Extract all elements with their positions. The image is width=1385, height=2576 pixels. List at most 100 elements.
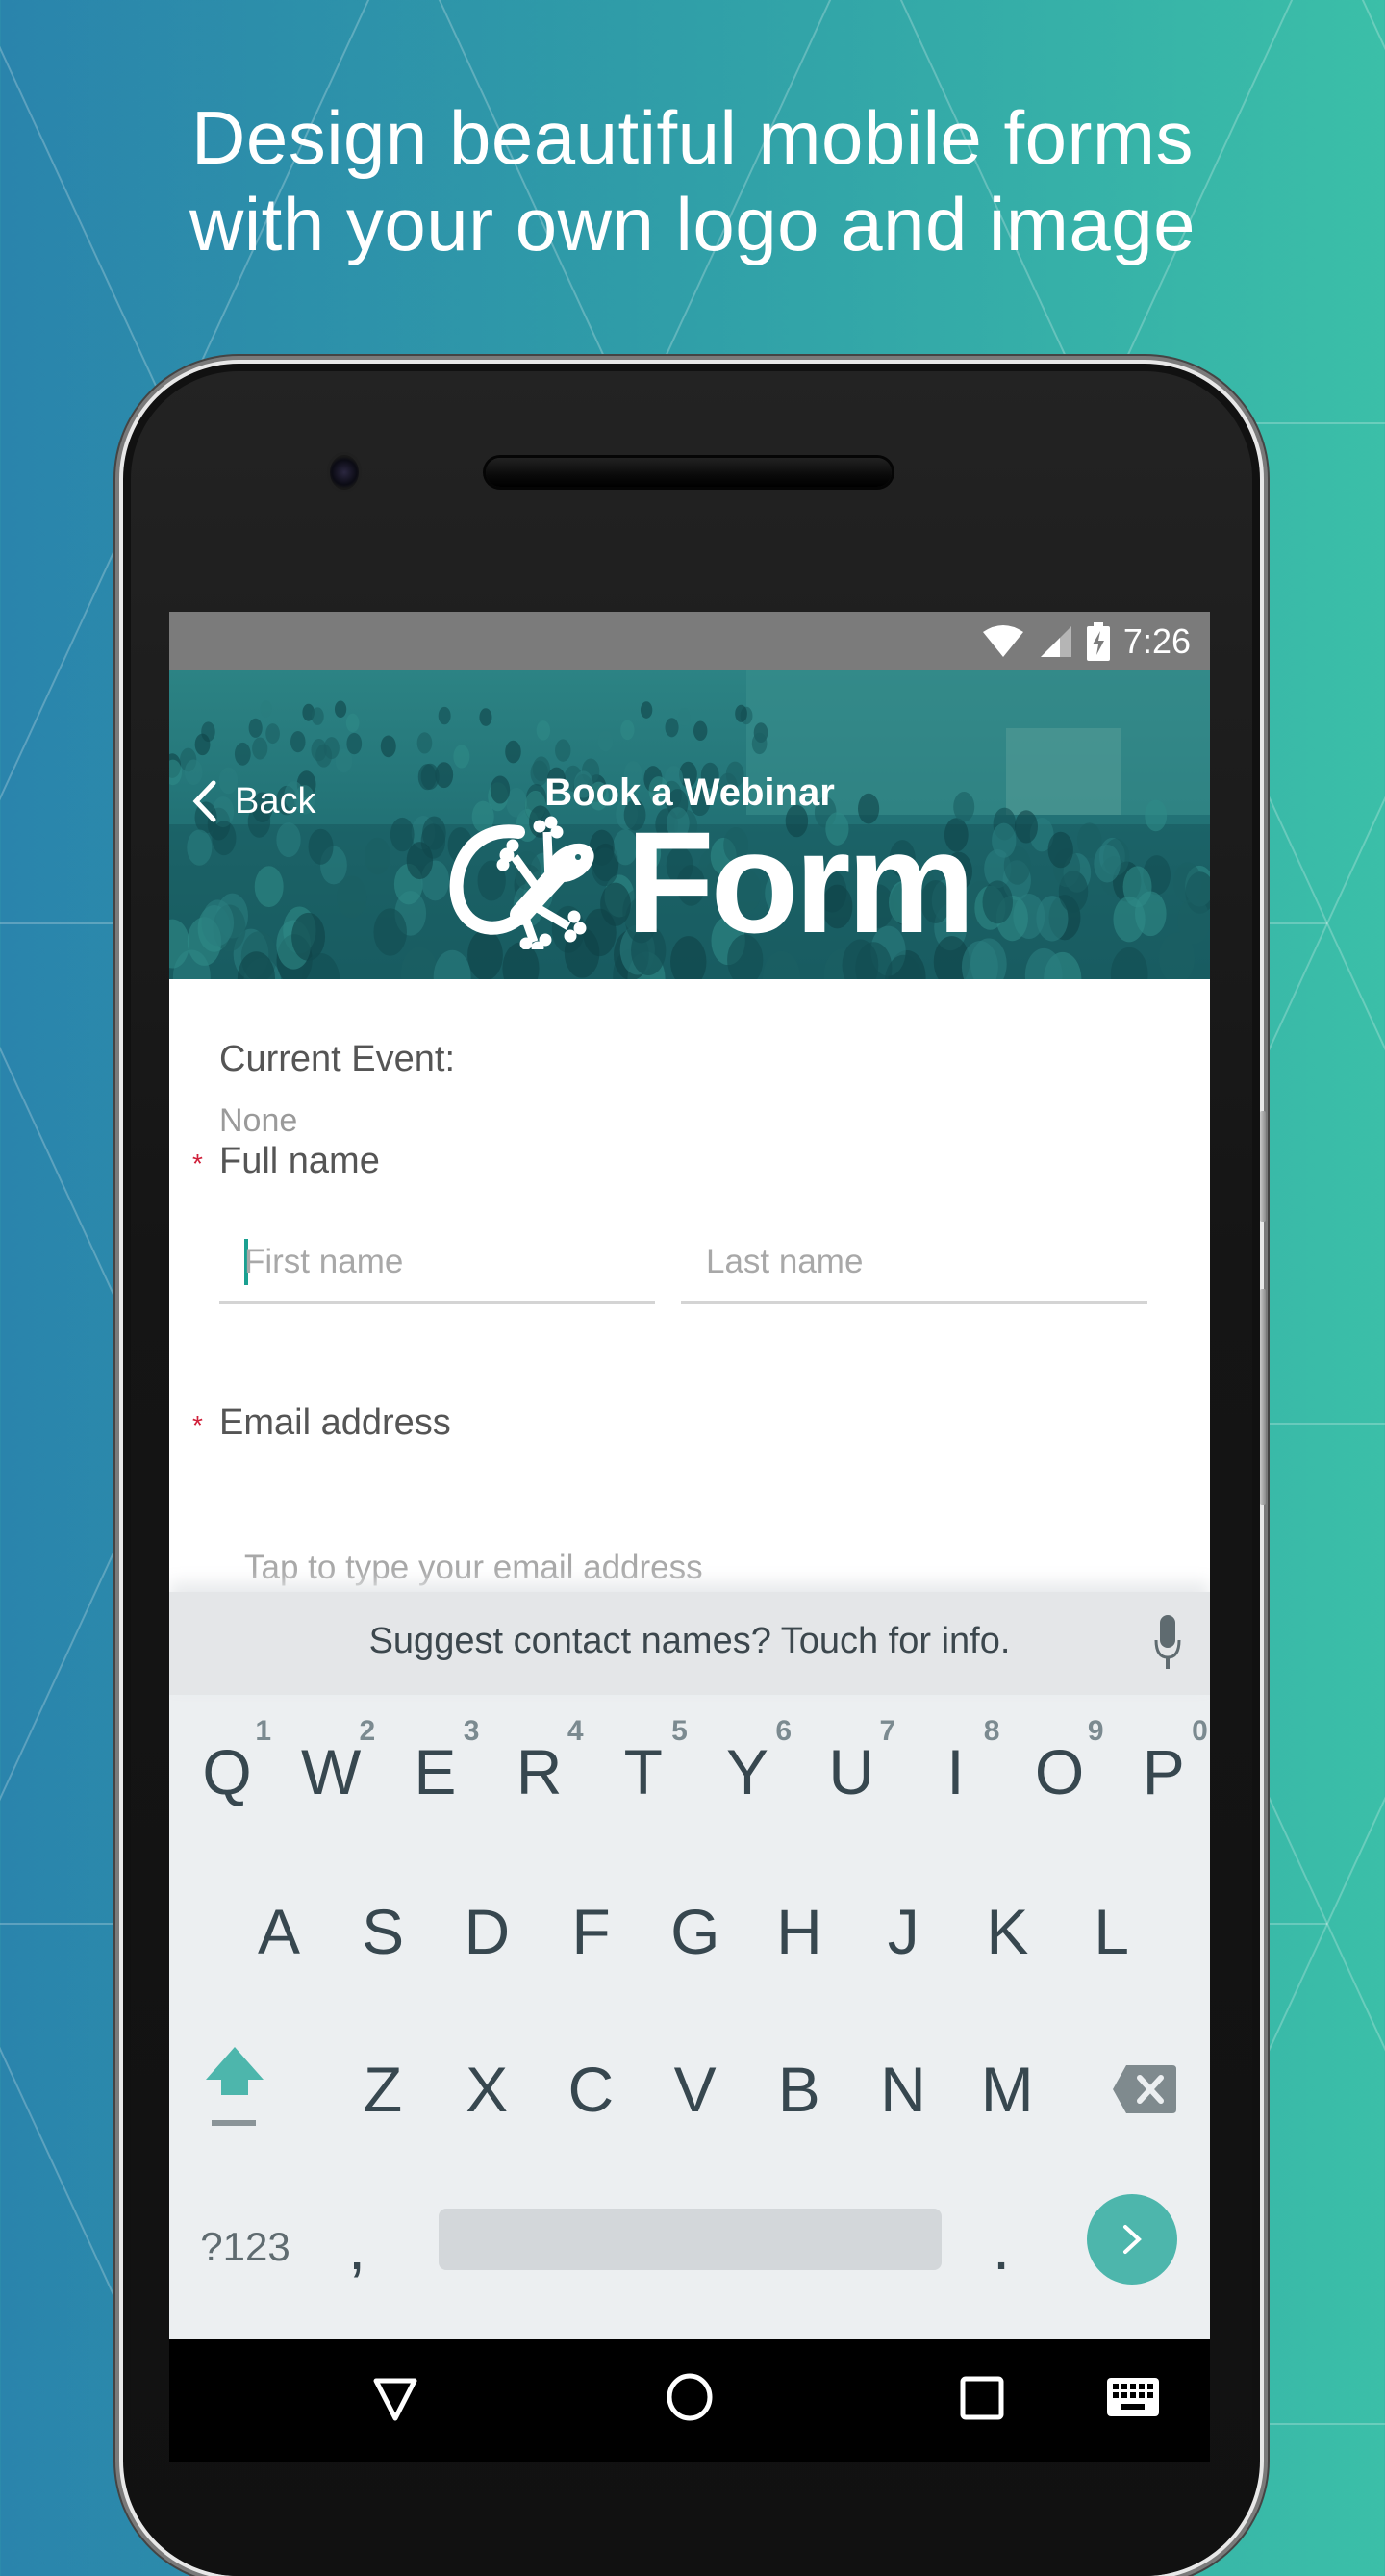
key-label: D: [464, 1896, 511, 1967]
key-label: Z: [363, 2054, 403, 2125]
key-n[interactable]: N: [851, 2017, 955, 2161]
key-q[interactable]: Q1: [175, 1700, 279, 1844]
key-label: A: [257, 1896, 301, 1967]
key-number-hint: 4: [567, 1715, 584, 1747]
key-e[interactable]: E3: [383, 1700, 487, 1844]
key-f[interactable]: F: [540, 1859, 643, 2004]
headline-line-1: Design beautiful mobile forms: [191, 95, 1194, 180]
next-key[interactable]: [1087, 2194, 1177, 2285]
key-d[interactable]: D: [435, 1859, 539, 2004]
key-number-hint: 2: [359, 1715, 376, 1747]
key-label: G: [670, 1896, 720, 1967]
status-bar: 7:26: [169, 612, 1210, 670]
key-label: X: [466, 2054, 509, 2125]
key-number-hint: 6: [775, 1715, 792, 1747]
key-label: W: [301, 1736, 362, 1807]
key-label: Y: [725, 1736, 769, 1807]
promo-headline: Design beautiful mobile forms with your …: [0, 94, 1385, 267]
system-nav-bar: [169, 2339, 1210, 2462]
key-label: N: [880, 2054, 926, 2125]
headline-line-2: with your own logo and image: [189, 182, 1196, 266]
cell-signal-icon: [1040, 625, 1071, 657]
logo-text: Form: [626, 801, 975, 963]
status-time: 7:26: [1122, 620, 1191, 661]
key-i[interactable]: I8: [903, 1700, 1007, 1844]
key-c[interactable]: C: [539, 2017, 642, 2161]
soft-keyboard: Suggest contact names? Touch for info. Q…: [169, 1592, 1210, 2339]
comma-key[interactable]: ,: [323, 2175, 390, 2319]
key-label: L: [1094, 1896, 1129, 1967]
full-name-label: Full name: [219, 1141, 380, 1181]
recents-square-icon[interactable]: [960, 2376, 1004, 2420]
back-triangle-icon[interactable]: [371, 2376, 419, 2422]
key-label: M: [980, 2054, 1034, 2125]
suggestion-text[interactable]: Suggest contact names? Touch for info.: [169, 1621, 1210, 1662]
gecko-icon: [449, 816, 594, 949]
key-v[interactable]: V: [643, 2017, 747, 2161]
current-event-label: Current Event:: [219, 1039, 455, 1079]
backspace-key[interactable]: [1093, 2017, 1196, 2161]
key-a[interactable]: A: [227, 1859, 331, 2004]
key-number-hint: 1: [255, 1715, 271, 1747]
key-y[interactable]: Y6: [695, 1700, 799, 1844]
email-label: Email address: [219, 1402, 451, 1443]
microphone-icon[interactable]: [1154, 1615, 1181, 1671]
wifi-icon: [982, 624, 1023, 657]
period-key[interactable]: .: [968, 2175, 1035, 2319]
key-b[interactable]: B: [747, 2017, 851, 2161]
key-w[interactable]: W2: [279, 1700, 383, 1844]
key-number-hint: 7: [879, 1715, 896, 1747]
symbols-key[interactable]: ?123: [192, 2175, 298, 2319]
key-label: E: [414, 1736, 457, 1807]
brand-logo: Form: [443, 801, 975, 963]
key-r[interactable]: R4: [488, 1700, 592, 1844]
key-x[interactable]: X: [435, 2017, 539, 2161]
suggestion-strip[interactable]: Suggest contact names? Touch for info.: [169, 1592, 1210, 1695]
last-name-input[interactable]: Last name: [681, 1224, 1147, 1304]
key-p[interactable]: P0: [1112, 1700, 1210, 1844]
shift-arrow-icon: [206, 2047, 264, 2126]
email-placeholder: Tap to type your email address: [244, 1549, 703, 1586]
key-h[interactable]: H: [747, 1859, 851, 2004]
key-k[interactable]: K: [955, 1859, 1059, 2004]
key-number-hint: 0: [1192, 1715, 1208, 1747]
phone-screen: 7:26 Back Book a Webinar Form Current Ev…: [169, 612, 1210, 2462]
key-label: C: [567, 2054, 615, 2125]
key-o[interactable]: O9: [1008, 1700, 1112, 1844]
home-circle-icon[interactable]: [666, 2372, 714, 2422]
form-header: Back Book a Webinar Form: [169, 670, 1210, 979]
earpiece-speaker: [486, 458, 892, 487]
battery-charging-icon: [1086, 621, 1110, 661]
key-label: K: [986, 1896, 1029, 1967]
key-s[interactable]: S: [331, 1859, 435, 2004]
key-label: O: [1034, 1736, 1085, 1807]
key-label: S: [362, 1896, 405, 1967]
key-label: U: [828, 1736, 875, 1807]
key-m[interactable]: M: [955, 2017, 1059, 2161]
volume-button: [1260, 1111, 1266, 1222]
last-name-placeholder: Last name: [706, 1243, 864, 1280]
key-label: R: [516, 1736, 563, 1807]
key-label: T: [623, 1736, 663, 1807]
key-l[interactable]: L: [1060, 1859, 1164, 2004]
key-label: B: [777, 2054, 820, 2125]
backspace-icon: [1113, 2065, 1176, 2113]
key-label: P: [1142, 1736, 1185, 1807]
power-button: [1260, 1289, 1266, 1505]
shift-key[interactable]: [183, 2017, 287, 2161]
first-name-placeholder: First name: [244, 1243, 404, 1280]
key-label: V: [673, 2054, 717, 2125]
key-g[interactable]: G: [643, 1859, 747, 2004]
keyboard-switch-icon[interactable]: [1107, 2378, 1159, 2416]
key-number-hint: 3: [463, 1715, 480, 1747]
current-event-value: None: [219, 1102, 298, 1139]
key-number-hint: 9: [1087, 1715, 1104, 1747]
key-label: I: [946, 1736, 965, 1807]
key-t[interactable]: T5: [592, 1700, 695, 1844]
first-name-input[interactable]: First name: [219, 1224, 655, 1304]
key-u[interactable]: U7: [799, 1700, 903, 1844]
key-label: J: [887, 1896, 919, 1967]
key-j[interactable]: J: [851, 1859, 955, 2004]
spacebar[interactable]: [439, 2209, 942, 2270]
key-z[interactable]: Z: [331, 2017, 435, 2161]
